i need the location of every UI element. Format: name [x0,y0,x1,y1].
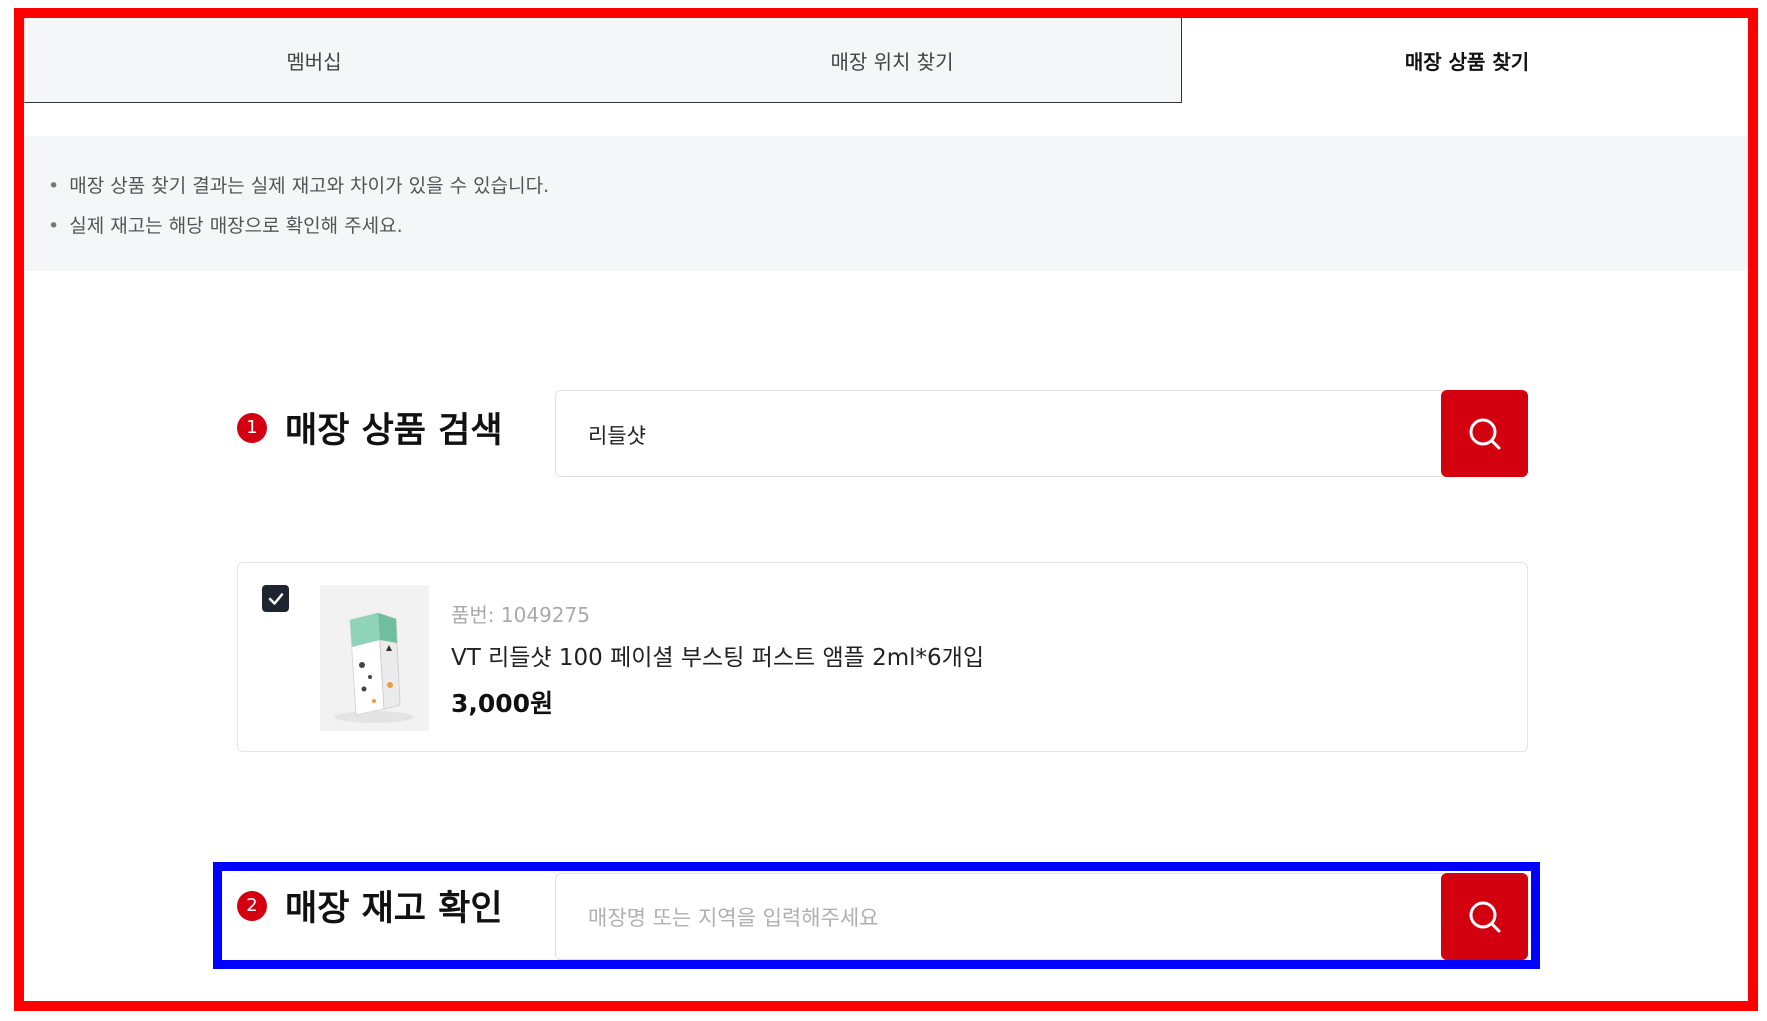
highlight-box-red [14,8,1758,1011]
